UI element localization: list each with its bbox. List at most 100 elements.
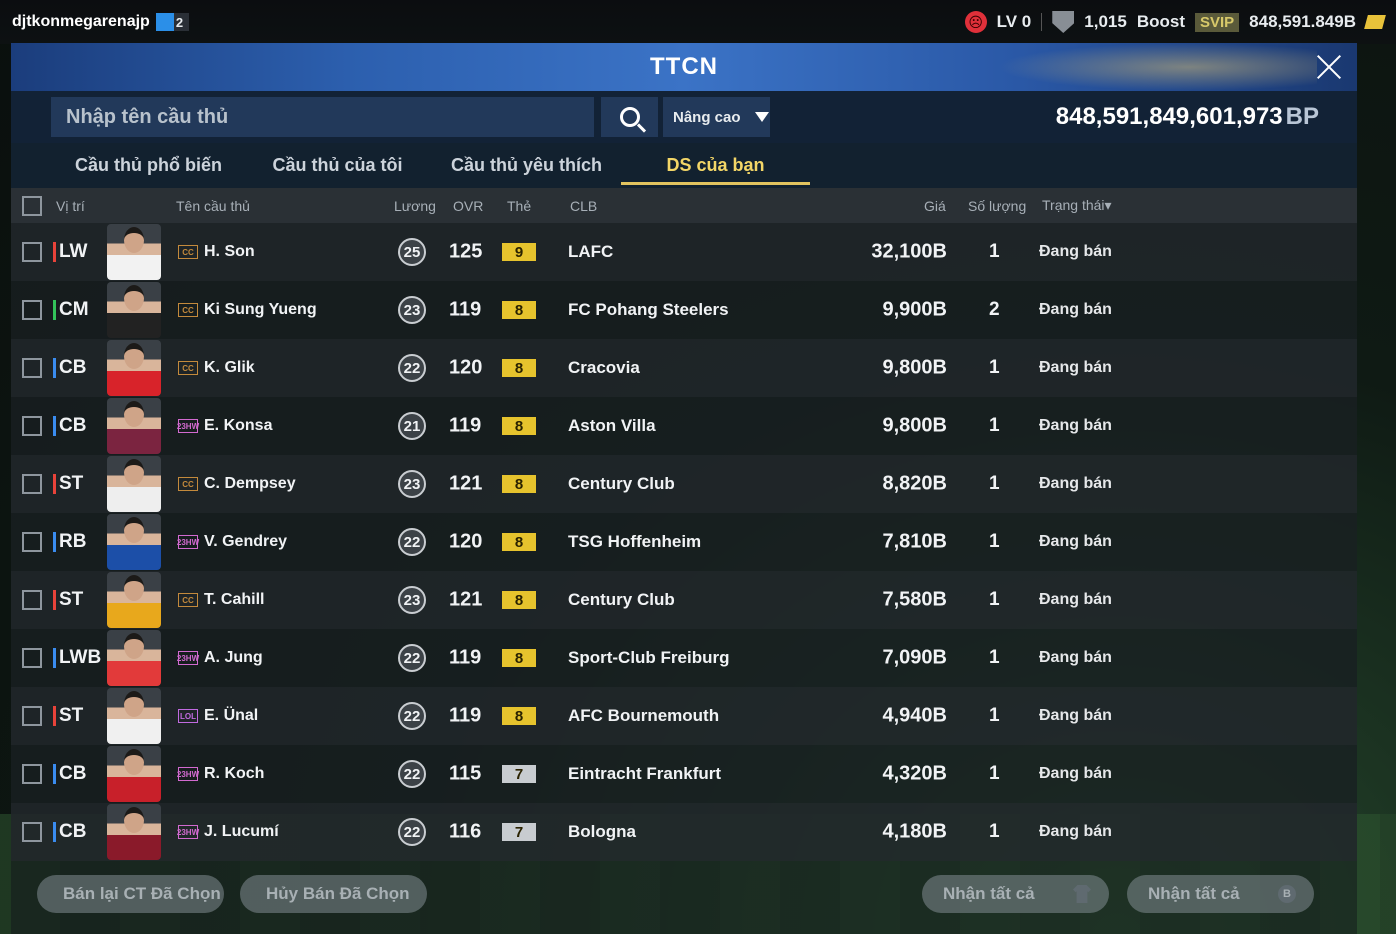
svip-badge[interactable]: SVIP — [1194, 12, 1240, 32]
row-checkbox[interactable] — [22, 242, 42, 262]
pay-badge: 22 — [398, 354, 426, 382]
player-avatar[interactable] — [107, 630, 161, 686]
player-avatar[interactable] — [107, 572, 161, 628]
player-avatar[interactable] — [107, 282, 161, 338]
bp-coin-icon: B — [1278, 885, 1296, 903]
club-name: Century Club — [568, 590, 675, 609]
row-checkbox[interactable] — [22, 590, 42, 610]
shirt-icon — [1073, 885, 1091, 903]
table-row[interactable]: CM CC Ki Sung Yueng 23 119 8 FC Pohang S… — [11, 281, 1357, 339]
table-row[interactable]: CB 23HW J. Lucumí 22 116 7 Bologna 4,180… — [11, 803, 1357, 861]
club-name: Sport-Club Freiburg — [568, 648, 730, 667]
col-club[interactable]: CLB — [570, 198, 597, 214]
player-avatar[interactable] — [107, 804, 161, 860]
tab-your-listings[interactable]: DS của bạn — [621, 143, 810, 188]
ovr-value: 121 — [449, 472, 483, 495]
ovr-value: 120 — [449, 356, 483, 379]
price-value: 7,810B — [882, 530, 948, 553]
claim-all-bp-button[interactable]: Nhận tất cả B — [1127, 875, 1314, 913]
quantity-value: 1 — [989, 415, 1000, 436]
table-row[interactable]: LWB 23HW A. Jung 22 119 8 Sport-Club Fre… — [11, 629, 1357, 687]
price-value: 9,800B — [882, 414, 948, 437]
quantity-value: 1 — [989, 473, 1000, 494]
season-tag-icon: 23HW — [177, 825, 199, 839]
search-button[interactable] — [601, 97, 658, 137]
player-name: Ki Sung Yueng — [204, 301, 317, 318]
row-checkbox[interactable] — [22, 474, 42, 494]
tab-my-players[interactable]: Cầu thủ của tôi — [243, 143, 432, 188]
position-color-bar — [53, 648, 56, 668]
close-icon[interactable] — [1313, 51, 1345, 83]
col-position[interactable]: Vị trí — [56, 198, 85, 214]
col-status[interactable]: Trạng thái▾ — [1042, 197, 1112, 214]
table-row[interactable]: ST LOL E. Ünal 22 119 8 AFC Bournemouth … — [11, 687, 1357, 745]
price-value: 7,090B — [882, 646, 948, 669]
player-avatar[interactable] — [107, 340, 161, 396]
ovr-value: 115 — [449, 762, 482, 785]
tab-popular-players[interactable]: Cầu thủ phổ biến — [54, 143, 243, 188]
row-checkbox[interactable] — [22, 532, 42, 552]
player-name: E. Ünal — [204, 707, 259, 724]
card-level-badge: 8 — [502, 359, 536, 377]
table-row[interactable]: CB 23HW E. Konsa 21 119 8 Aston Villa 9,… — [11, 397, 1357, 455]
select-all-checkbox[interactable] — [22, 195, 42, 216]
bp-value: 848,591,849,601,973 — [1055, 103, 1283, 130]
position-color-bar — [53, 822, 56, 842]
row-checkbox[interactable] — [22, 358, 42, 378]
position-cell: ST — [53, 705, 83, 727]
col-card[interactable]: Thẻ — [507, 198, 531, 214]
advanced-filter-dropdown[interactable]: Nâng cao — [663, 97, 770, 137]
col-quantity[interactable]: Số lượng — [968, 198, 1026, 214]
player-name: J. Lucumí — [204, 823, 279, 840]
player-avatar[interactable] — [107, 224, 161, 280]
row-checkbox[interactable] — [22, 648, 42, 668]
boost-label[interactable]: Boost — [1137, 12, 1185, 32]
username: djtkonmegarenajp — [12, 13, 150, 30]
player-name: V. Gendrey — [204, 533, 288, 550]
table-row[interactable]: ST CC T. Cahill 23 121 8 Century Club 7,… — [11, 571, 1357, 629]
col-pay[interactable]: Lương — [394, 198, 436, 214]
position-color-bar — [53, 706, 56, 726]
advanced-label: Nâng cao — [673, 108, 741, 126]
player-name: T. Cahill — [204, 591, 265, 608]
row-checkbox[interactable] — [22, 300, 42, 320]
price-value: 8,820B — [882, 472, 948, 495]
position-cell: CB — [53, 821, 86, 843]
table-row[interactable]: CB 23HW R. Koch 22 115 7 Eintracht Frank… — [11, 745, 1357, 803]
player-avatar[interactable] — [107, 398, 161, 454]
season-tag-icon: CC — [178, 303, 198, 317]
col-name[interactable]: Tên cầu thủ — [176, 198, 250, 214]
position-cell: ST — [53, 473, 83, 495]
club-name: Aston Villa — [568, 416, 656, 435]
col-ovr[interactable]: OVR — [453, 198, 483, 214]
season-tag-icon: 23HW — [177, 419, 199, 433]
row-checkbox[interactable] — [22, 416, 42, 436]
quantity-value: 1 — [989, 705, 1000, 726]
player-avatar[interactable] — [107, 688, 161, 744]
status-value: Đang bán — [1039, 649, 1112, 666]
table-row[interactable]: CB CC K. Glik 22 120 8 Cracovia 9,800B 1… — [11, 339, 1357, 397]
tab-favorite-players[interactable]: Cầu thủ yêu thích — [432, 143, 621, 188]
player-avatar[interactable] — [107, 514, 161, 570]
claim-all-players-button[interactable]: Nhận tất cả — [922, 875, 1109, 913]
player-avatar[interactable] — [107, 746, 161, 802]
pay-badge: 22 — [398, 818, 426, 846]
row-checkbox[interactable] — [22, 706, 42, 726]
player-avatar[interactable] — [107, 456, 161, 512]
table-row[interactable]: ST CC C. Dempsey 23 121 8 Century Club 8… — [11, 455, 1357, 513]
listing-table: LW CC H. Son 25 125 9 LAFC 32,100B 1 Đan… — [11, 223, 1357, 861]
position-label: CM — [59, 299, 89, 320]
search-input[interactable] — [51, 97, 594, 137]
pay-badge: 23 — [398, 470, 426, 498]
row-checkbox[interactable] — [22, 764, 42, 784]
table-row[interactable]: RB 23HW V. Gendrey 22 120 8 TSG Hoffenhe… — [11, 513, 1357, 571]
club-name: Bologna — [568, 822, 636, 841]
card-level-badge: 8 — [502, 301, 536, 319]
col-price[interactable]: Giá — [924, 198, 946, 214]
cancel-selected-button[interactable]: Hủy Bán Đã Chọn — [240, 875, 427, 913]
position-cell: LW — [53, 241, 88, 263]
table-row[interactable]: LW CC H. Son 25 125 9 LAFC 32,100B 1 Đan… — [11, 223, 1357, 281]
row-checkbox[interactable] — [22, 822, 42, 842]
ovr-value: 119 — [449, 298, 482, 321]
resell-selected-button[interactable]: Bán lại CT Đã Chọn — [37, 875, 224, 913]
